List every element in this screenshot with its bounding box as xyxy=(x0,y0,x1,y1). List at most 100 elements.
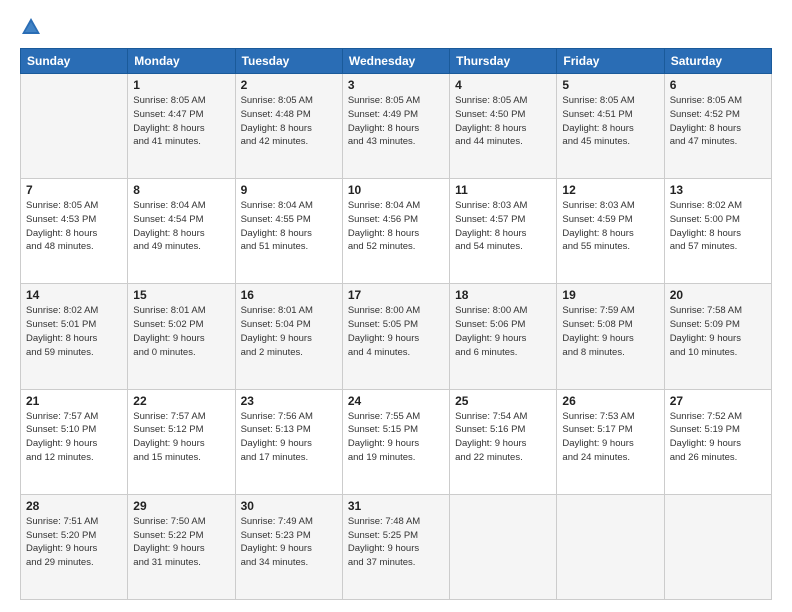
day-info: Sunrise: 8:00 AMSunset: 5:06 PMDaylight:… xyxy=(455,304,551,359)
day-cell: 11 Sunrise: 8:03 AMSunset: 4:57 PMDayligh… xyxy=(450,179,557,284)
day-number: 30 xyxy=(241,499,337,513)
day-info: Sunrise: 8:05 AMSunset: 4:50 PMDaylight:… xyxy=(455,94,551,149)
day-info: Sunrise: 7:58 AMSunset: 5:09 PMDaylight:… xyxy=(670,304,766,359)
day-cell: 27Sunrise: 7:52 AMSunset: 5:19 PMDayligh… xyxy=(664,389,771,494)
day-info: Sunrise: 7:55 AMSunset: 5:15 PMDaylight:… xyxy=(348,410,444,465)
day-info: Sunrise: 8:02 AMSunset: 5:00 PMDaylight:… xyxy=(670,199,766,254)
day-cell: 31 Sunrise: 7:48 AMSunset: 5:25 PMDayligh… xyxy=(342,494,449,599)
day-cell: 15 Sunrise: 8:01 AMSunset: 5:02 PMDayligh… xyxy=(128,284,235,389)
week-row-4: 21 Sunrise: 7:57 AMSunset: 5:10 PMDayligh… xyxy=(21,389,772,494)
day-cell: 29 Sunrise: 7:50 AMSunset: 5:22 PMDayligh… xyxy=(128,494,235,599)
day-cell: 18Sunrise: 8:00 AMSunset: 5:06 PMDayligh… xyxy=(450,284,557,389)
calendar-header: SundayMondayTuesdayWednesdayThursdayFrid… xyxy=(21,49,772,74)
day-number: 1 xyxy=(133,78,229,92)
day-number: 21 xyxy=(26,394,122,408)
day-number: 7 xyxy=(26,183,122,197)
day-number: 17 xyxy=(348,288,444,302)
day-info: Sunrise: 7:51 AMSunset: 5:20 PMDaylight:… xyxy=(26,515,122,570)
day-info: Sunrise: 8:04 AMSunset: 4:55 PMDaylight:… xyxy=(241,199,337,254)
day-info: Sunrise: 8:03 AMSunset: 4:57 PMDaylight:… xyxy=(455,199,551,254)
weekday-header-thursday: Thursday xyxy=(450,49,557,74)
day-cell: 10Sunrise: 8:04 AMSunset: 4:56 PMDayligh… xyxy=(342,179,449,284)
weekday-header-friday: Friday xyxy=(557,49,664,74)
day-info: Sunrise: 8:04 AMSunset: 4:54 PMDaylight:… xyxy=(133,199,229,254)
day-info: Sunrise: 8:05 AMSunset: 4:52 PMDaylight:… xyxy=(670,94,766,149)
day-number: 25 xyxy=(455,394,551,408)
day-info: Sunrise: 7:48 AMSunset: 5:25 PMDaylight:… xyxy=(348,515,444,570)
week-row-3: 14Sunrise: 8:02 AMSunset: 5:01 PMDayligh… xyxy=(21,284,772,389)
day-cell: 8 Sunrise: 8:04 AMSunset: 4:54 PMDaylight… xyxy=(128,179,235,284)
day-cell: 30Sunrise: 7:49 AMSunset: 5:23 PMDayligh… xyxy=(235,494,342,599)
day-info: Sunrise: 8:05 AMSunset: 4:53 PMDaylight:… xyxy=(26,199,122,254)
day-cell: 1 Sunrise: 8:05 AMSunset: 4:47 PMDaylight… xyxy=(128,74,235,179)
weekday-header-sunday: Sunday xyxy=(21,49,128,74)
week-row-5: 28 Sunrise: 7:51 AMSunset: 5:20 PMDayligh… xyxy=(21,494,772,599)
day-info: Sunrise: 7:57 AMSunset: 5:10 PMDaylight:… xyxy=(26,410,122,465)
day-cell xyxy=(450,494,557,599)
day-info: Sunrise: 7:59 AMSunset: 5:08 PMDaylight:… xyxy=(562,304,658,359)
day-number: 29 xyxy=(133,499,229,513)
day-number: 16 xyxy=(241,288,337,302)
week-row-2: 7 Sunrise: 8:05 AMSunset: 4:53 PMDaylight… xyxy=(21,179,772,284)
day-cell xyxy=(557,494,664,599)
day-cell: 17 Sunrise: 8:00 AMSunset: 5:05 PMDayligh… xyxy=(342,284,449,389)
day-number: 31 xyxy=(348,499,444,513)
day-number: 4 xyxy=(455,78,551,92)
weekday-header-monday: Monday xyxy=(128,49,235,74)
day-cell: 25 Sunrise: 7:54 AMSunset: 5:16 PMDayligh… xyxy=(450,389,557,494)
day-number: 12 xyxy=(562,183,658,197)
day-number: 19 xyxy=(562,288,658,302)
day-number: 2 xyxy=(241,78,337,92)
day-cell: 7 Sunrise: 8:05 AMSunset: 4:53 PMDaylight… xyxy=(21,179,128,284)
day-cell: 28 Sunrise: 7:51 AMSunset: 5:20 PMDayligh… xyxy=(21,494,128,599)
weekday-header-wednesday: Wednesday xyxy=(342,49,449,74)
day-info: Sunrise: 7:50 AMSunset: 5:22 PMDaylight:… xyxy=(133,515,229,570)
day-cell: 21 Sunrise: 7:57 AMSunset: 5:10 PMDayligh… xyxy=(21,389,128,494)
day-cell: 2 Sunrise: 8:05 AMSunset: 4:48 PMDaylight… xyxy=(235,74,342,179)
day-number: 20 xyxy=(670,288,766,302)
logo xyxy=(20,16,46,38)
day-info: Sunrise: 8:04 AMSunset: 4:56 PMDaylight:… xyxy=(348,199,444,254)
day-cell: 22Sunrise: 7:57 AMSunset: 5:12 PMDayligh… xyxy=(128,389,235,494)
day-info: Sunrise: 7:53 AMSunset: 5:17 PMDaylight:… xyxy=(562,410,658,465)
day-cell: 16Sunrise: 8:01 AMSunset: 5:04 PMDayligh… xyxy=(235,284,342,389)
day-number: 23 xyxy=(241,394,337,408)
day-number: 3 xyxy=(348,78,444,92)
day-number: 28 xyxy=(26,499,122,513)
day-cell: 19 Sunrise: 7:59 AMSunset: 5:08 PMDayligh… xyxy=(557,284,664,389)
day-info: Sunrise: 7:56 AMSunset: 5:13 PMDaylight:… xyxy=(241,410,337,465)
day-number: 14 xyxy=(26,288,122,302)
day-number: 8 xyxy=(133,183,229,197)
day-number: 26 xyxy=(562,394,658,408)
day-info: Sunrise: 8:05 AMSunset: 4:47 PMDaylight:… xyxy=(133,94,229,149)
logo-icon xyxy=(20,16,42,38)
day-info: Sunrise: 8:05 AMSunset: 4:48 PMDaylight:… xyxy=(241,94,337,149)
day-number: 24 xyxy=(348,394,444,408)
day-info: Sunrise: 8:00 AMSunset: 5:05 PMDaylight:… xyxy=(348,304,444,359)
calendar-page: SundayMondayTuesdayWednesdayThursdayFrid… xyxy=(0,0,792,612)
day-number: 6 xyxy=(670,78,766,92)
day-cell: 23 Sunrise: 7:56 AMSunset: 5:13 PMDayligh… xyxy=(235,389,342,494)
day-info: Sunrise: 7:54 AMSunset: 5:16 PMDaylight:… xyxy=(455,410,551,465)
weekday-header-row: SundayMondayTuesdayWednesdayThursdayFrid… xyxy=(21,49,772,74)
day-cell xyxy=(21,74,128,179)
calendar-body: 1 Sunrise: 8:05 AMSunset: 4:47 PMDaylight… xyxy=(21,74,772,600)
day-cell xyxy=(664,494,771,599)
day-number: 22 xyxy=(133,394,229,408)
weekday-header-tuesday: Tuesday xyxy=(235,49,342,74)
day-cell: 4 Sunrise: 8:05 AMSunset: 4:50 PMDaylight… xyxy=(450,74,557,179)
day-cell: 9 Sunrise: 8:04 AMSunset: 4:55 PMDaylight… xyxy=(235,179,342,284)
weekday-header-saturday: Saturday xyxy=(664,49,771,74)
day-number: 15 xyxy=(133,288,229,302)
day-cell: 26 Sunrise: 7:53 AMSunset: 5:17 PMDayligh… xyxy=(557,389,664,494)
day-cell: 3Sunrise: 8:05 AMSunset: 4:49 PMDaylight… xyxy=(342,74,449,179)
day-cell: 12Sunrise: 8:03 AMSunset: 4:59 PMDayligh… xyxy=(557,179,664,284)
day-number: 11 xyxy=(455,183,551,197)
day-info: Sunrise: 7:52 AMSunset: 5:19 PMDaylight:… xyxy=(670,410,766,465)
header xyxy=(20,16,772,38)
day-cell: 6 Sunrise: 8:05 AMSunset: 4:52 PMDaylight… xyxy=(664,74,771,179)
day-info: Sunrise: 8:01 AMSunset: 5:02 PMDaylight:… xyxy=(133,304,229,359)
day-number: 9 xyxy=(241,183,337,197)
week-row-1: 1 Sunrise: 8:05 AMSunset: 4:47 PMDaylight… xyxy=(21,74,772,179)
day-cell: 5Sunrise: 8:05 AMSunset: 4:51 PMDaylight… xyxy=(557,74,664,179)
